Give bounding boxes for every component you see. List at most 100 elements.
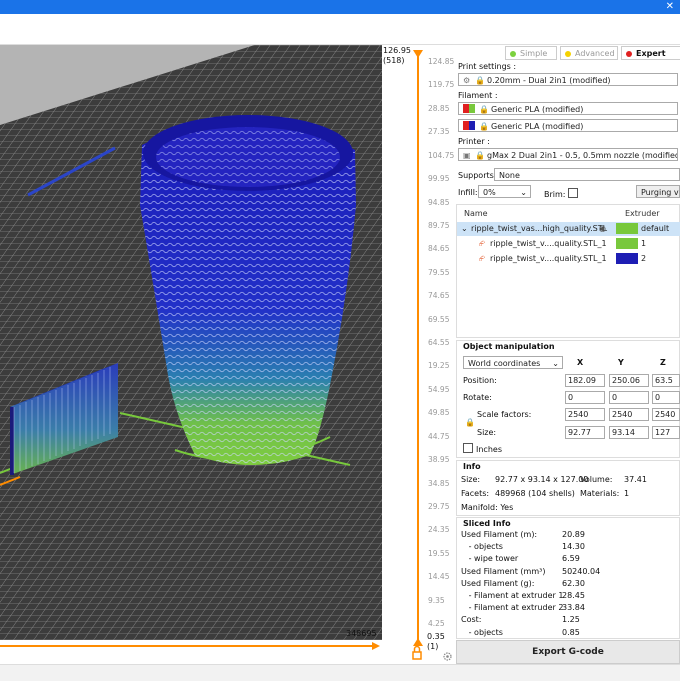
sliced-info-label: - objects <box>461 542 503 552</box>
filament-combo-2[interactable]: 🔒 Generic PLA (modified) <box>458 119 678 132</box>
extruder-color-swatch <box>616 253 638 264</box>
position-z-field[interactable]: 63.5 <box>652 374 680 387</box>
3d-scene <box>0 45 382 640</box>
yellow-dot-icon <box>565 51 571 57</box>
gear-icon: ⚙ <box>463 76 471 85</box>
size-x-field[interactable]: 92.77 <box>565 426 605 439</box>
info-materials-value: 1 <box>624 489 630 498</box>
position-x-field[interactable]: 182.09 <box>565 374 605 387</box>
purging-volumes-button[interactable]: Purging vo <box>636 185 680 198</box>
info-facets-value: 489968 (104 shells) <box>495 489 575 498</box>
slider-tick-label: 119.75 <box>428 80 455 90</box>
title-bar: ✕ <box>0 0 680 14</box>
slider-tick-label: 4.25 <box>428 619 445 628</box>
position-label: Position: <box>463 376 497 385</box>
rotate-y-field[interactable]: 0 <box>609 391 649 404</box>
supports-combo[interactable]: None <box>494 168 680 181</box>
scale-y-field[interactable]: 2540 <box>609 408 649 421</box>
sliced-info-value: 1.25 <box>562 615 580 625</box>
close-icon[interactable]: ✕ <box>666 0 674 14</box>
slider-tick-label: 24.35 <box>428 525 450 535</box>
bottom-height: 0.35 <box>427 632 445 641</box>
slider-tick-label: 84.65 <box>428 244 450 254</box>
slider-tick-label: 104.75 <box>428 150 455 160</box>
printer-combo[interactable]: ▣ 🔒 gMax 2 Dual 2in1 - 0.5, 0.5mm nozzle (… <box>458 148 678 161</box>
scale-z-field[interactable]: 2540 <box>652 408 680 421</box>
lock-icon[interactable]: 🔒 <box>465 418 475 427</box>
3d-preview-canvas[interactable] <box>0 45 382 640</box>
simple-mode-button[interactable]: Simple <box>505 46 557 60</box>
extruder-color-swatch <box>616 238 638 249</box>
slider-tick-label: 49.85 <box>428 408 450 418</box>
info-title: Info <box>463 462 481 471</box>
filament-combo-1[interactable]: 🔒 Generic PLA (modified) <box>458 102 678 115</box>
infill-label: Infill: <box>458 188 478 197</box>
position-y-field[interactable]: 250.06 <box>609 374 649 387</box>
info-volume-label: Volume: <box>580 475 613 484</box>
sliced-info-label: - wipe tower <box>461 554 519 564</box>
info-manifold: Manifold: Yes <box>461 503 514 512</box>
object-row[interactable]: ⌄ ripple_twist_vas...high_quality.STL ◉ … <box>457 222 680 236</box>
rotate-label: Rotate: <box>463 393 492 402</box>
slider-tick-label: 79.55 <box>428 267 450 277</box>
z-header: Z <box>660 358 666 367</box>
slider-tick-label: 69.55 <box>428 314 450 324</box>
scale-x-field[interactable]: 2540 <box>565 408 605 421</box>
rotate-x-field[interactable]: 0 <box>565 391 605 404</box>
slider-bottom-readout: 0.35 (1) <box>427 632 445 652</box>
info-size-value: 92.77 x 93.14 x 127.00 <box>495 475 589 484</box>
brim-checkbox[interactable] <box>568 188 579 198</box>
sliced-info-value: 0.85 <box>562 627 580 637</box>
slider-tick-label: 34.85 <box>428 478 450 488</box>
toolbar <box>0 14 680 45</box>
sliced-info-title: Sliced Info <box>463 519 511 528</box>
brim-label: Brim: <box>544 188 581 199</box>
part-row[interactable]: ⮳ ripple_twist_v....quality.STL_1 2 <box>457 252 680 266</box>
part-row[interactable]: ⮳ ripple_twist_v....quality.STL_1 1 <box>457 237 680 251</box>
slider-tick-label: 99.95 <box>428 174 450 184</box>
rotate-z-field[interactable]: 0 <box>652 391 680 404</box>
filament-label: Filament : <box>458 91 498 100</box>
slider-tick-label: 89.75 <box>428 220 450 230</box>
supports-label: Supports: <box>458 171 497 180</box>
expert-mode-button[interactable]: Expert <box>621 46 680 60</box>
infill-combo[interactable]: 0% ⌄ <box>478 185 531 198</box>
sliced-info-value: 33.84 <box>562 603 585 613</box>
slider-tick-label: 64.55 <box>428 338 450 347</box>
sliced-info-value: 20.89 <box>562 530 585 539</box>
eye-icon[interactable]: ◉ <box>599 222 606 236</box>
slider-tick-label: 9.35 <box>428 595 445 605</box>
printer-label: Printer : <box>458 137 490 146</box>
slider-tick-label: 38.95 <box>428 455 450 465</box>
red-dot-icon <box>626 51 632 57</box>
x-header: X <box>577 358 584 367</box>
slider-tick-label: 94.85 <box>428 197 450 207</box>
lock-icon: 🔒 <box>479 105 489 114</box>
slider-tick-label: 19.55 <box>428 548 450 558</box>
sliced-info-label: Cost: <box>461 615 482 625</box>
print-settings-combo[interactable]: ⚙ 🔒 0.20mm - Dual 2in1 (modified) <box>458 73 678 86</box>
export-gcode-button[interactable]: Export G-code <box>456 640 680 664</box>
top-layer: (518) <box>383 56 405 65</box>
expand-arrow-icon[interactable]: ⌄ <box>461 222 468 236</box>
sliced-info-value: 6.59 <box>562 554 580 564</box>
y-header: Y <box>618 358 624 367</box>
size-label: Size: <box>477 428 497 437</box>
horizontal-layer-slider[interactable] <box>0 640 382 654</box>
gear-icon[interactable] <box>442 651 453 662</box>
inches-option[interactable]: Inches <box>463 443 502 454</box>
size-z-field[interactable]: 127 <box>652 426 680 439</box>
advanced-mode-button[interactable]: Advanced <box>560 46 618 60</box>
slider-tick-label: 54.95 <box>428 384 450 394</box>
slider-top-readout: 126.95 (518) <box>383 46 411 66</box>
top-height: 126.95 <box>383 46 411 55</box>
coordinates-combo[interactable]: World coordinates ⌄ <box>463 356 563 369</box>
size-y-field[interactable]: 93.14 <box>609 426 649 439</box>
info-facets-label: Facets: <box>461 489 490 498</box>
sliced-info-value: 28.45 <box>562 591 585 600</box>
slider-track[interactable] <box>408 46 428 666</box>
sliced-info-label: - Filament at extruder 1 <box>461 591 564 600</box>
object-list[interactable]: Name Extruder ⌄ ripple_twist_vas...high_… <box>456 204 680 338</box>
slider-tick-label: 124.85 <box>428 57 455 66</box>
inches-checkbox[interactable] <box>463 443 473 453</box>
